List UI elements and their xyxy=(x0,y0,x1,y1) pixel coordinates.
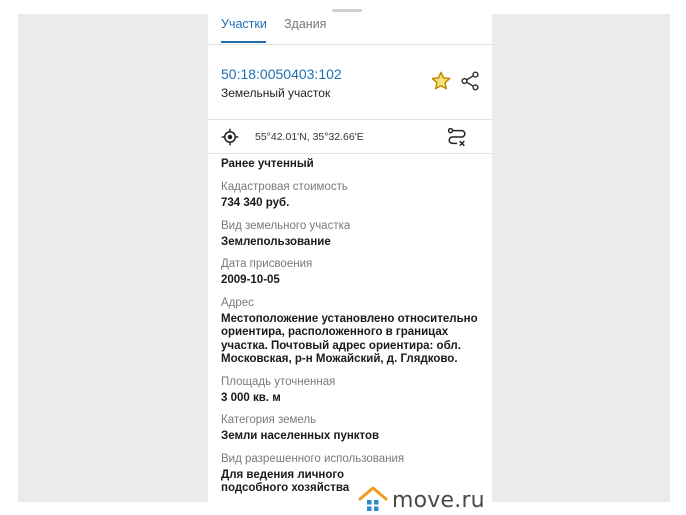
coordinates-text: 55°42.01'N, 35°32.66'E xyxy=(255,131,364,143)
field-value: Земли населенных пунктов xyxy=(221,430,380,442)
cadastral-number[interactable]: 50:18:0050403:102 xyxy=(221,66,342,82)
field-value: 2009-10-05 xyxy=(221,274,280,286)
field-value: Землепользование xyxy=(221,235,331,248)
field-label: Адрес xyxy=(221,296,254,309)
mobile-screen: Участки Здания 50:18:0050403:102 Земельн… xyxy=(208,0,492,515)
field-label: Категория земель xyxy=(221,414,317,426)
field-value: Для ведения личного подсобного хозяйства xyxy=(221,468,350,495)
detail-field: Дата присвоения 2009-10-05 xyxy=(221,256,483,288)
field-value: 734 340 руб. xyxy=(221,197,290,209)
field-label: Вид земельного участка xyxy=(221,219,351,232)
field-label: Вид разрешенного использования xyxy=(221,452,405,465)
detail-field: Категория земель Земли населенных пункто… xyxy=(221,412,483,444)
watermark-text: move.ru xyxy=(392,488,485,513)
parcel-type: Земельный участок xyxy=(221,86,331,100)
watermark-logo: move.ru xyxy=(358,485,486,515)
house-logo-icon xyxy=(358,486,388,511)
background-panel-right xyxy=(492,14,670,502)
star-icon[interactable] xyxy=(430,70,452,92)
field-label: Дата присвоения xyxy=(221,258,313,270)
detail-field: Вид земельного участка Землепользование xyxy=(221,218,483,250)
tab-bar: Участки Здания xyxy=(208,0,492,45)
active-tab-indicator xyxy=(221,41,266,43)
detail-field: Кадастровая стоимость 734 340 руб. xyxy=(221,179,483,211)
background-panel-left xyxy=(18,14,208,502)
parcel-header: 50:18:0050403:102 Земельный участок xyxy=(208,46,492,120)
coordinates-bar: 55°42.01'N, 35°32.66'E xyxy=(208,121,492,154)
field-value: 3 000 кв. м xyxy=(221,391,281,404)
field-value: Местоположение установлено относительно … xyxy=(221,312,478,366)
tab-buildings[interactable]: Здания xyxy=(284,17,326,31)
detail-field: Адрес Местоположение установлено относит… xyxy=(221,295,483,367)
parcel-details: Ранее учтенный Кадастровая стоимость 734… xyxy=(221,156,483,503)
registration-status: Ранее учтенный xyxy=(221,158,314,170)
field-label: Кадастровая стоимость xyxy=(221,181,348,193)
field-label: Площадь уточненная xyxy=(221,375,336,388)
tab-parcels[interactable]: Участки xyxy=(221,17,267,31)
route-icon[interactable] xyxy=(446,126,468,148)
share-icon[interactable] xyxy=(459,70,481,92)
detail-field: Площадь уточненная 3 000 кв. м xyxy=(221,374,483,406)
crosshair-icon[interactable] xyxy=(221,128,239,146)
